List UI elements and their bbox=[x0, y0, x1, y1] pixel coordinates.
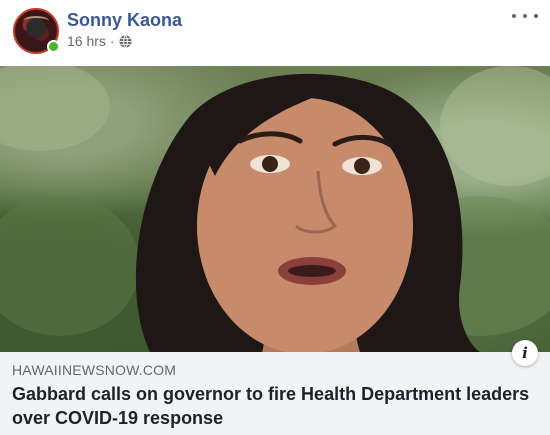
post-timestamp[interactable]: 16 hrs bbox=[67, 33, 106, 49]
post-meta: 16 hrs · bbox=[67, 33, 132, 49]
info-glyph: i bbox=[522, 344, 528, 362]
facebook-post: Sonny Kaona 16 hrs · i HAWAIINEWSNOW.COM… bbox=[0, 0, 550, 435]
author-avatar-button[interactable] bbox=[13, 8, 60, 54]
link-domain: HAWAIINEWSNOW.COM bbox=[12, 362, 177, 378]
post-header: Sonny Kaona 16 hrs · bbox=[0, 0, 550, 66]
meta-separator: · bbox=[109, 33, 115, 49]
globe-icon[interactable] bbox=[119, 34, 132, 48]
more-dot bbox=[523, 14, 527, 18]
author-name-link[interactable]: Sonny Kaona bbox=[67, 10, 182, 31]
more-dot bbox=[534, 14, 538, 18]
portrait-illustration bbox=[0, 66, 550, 352]
link-title[interactable]: Gabbard calls on governor to fire Health… bbox=[12, 382, 532, 430]
more-options-icon[interactable] bbox=[512, 9, 538, 23]
online-status-dot bbox=[47, 40, 60, 53]
more-dot bbox=[512, 14, 516, 18]
link-preview-image[interactable] bbox=[0, 66, 550, 352]
info-icon[interactable]: i bbox=[512, 340, 538, 366]
link-preview-footer[interactable]: i HAWAIINEWSNOW.COM Gabbard calls on gov… bbox=[0, 340, 550, 435]
